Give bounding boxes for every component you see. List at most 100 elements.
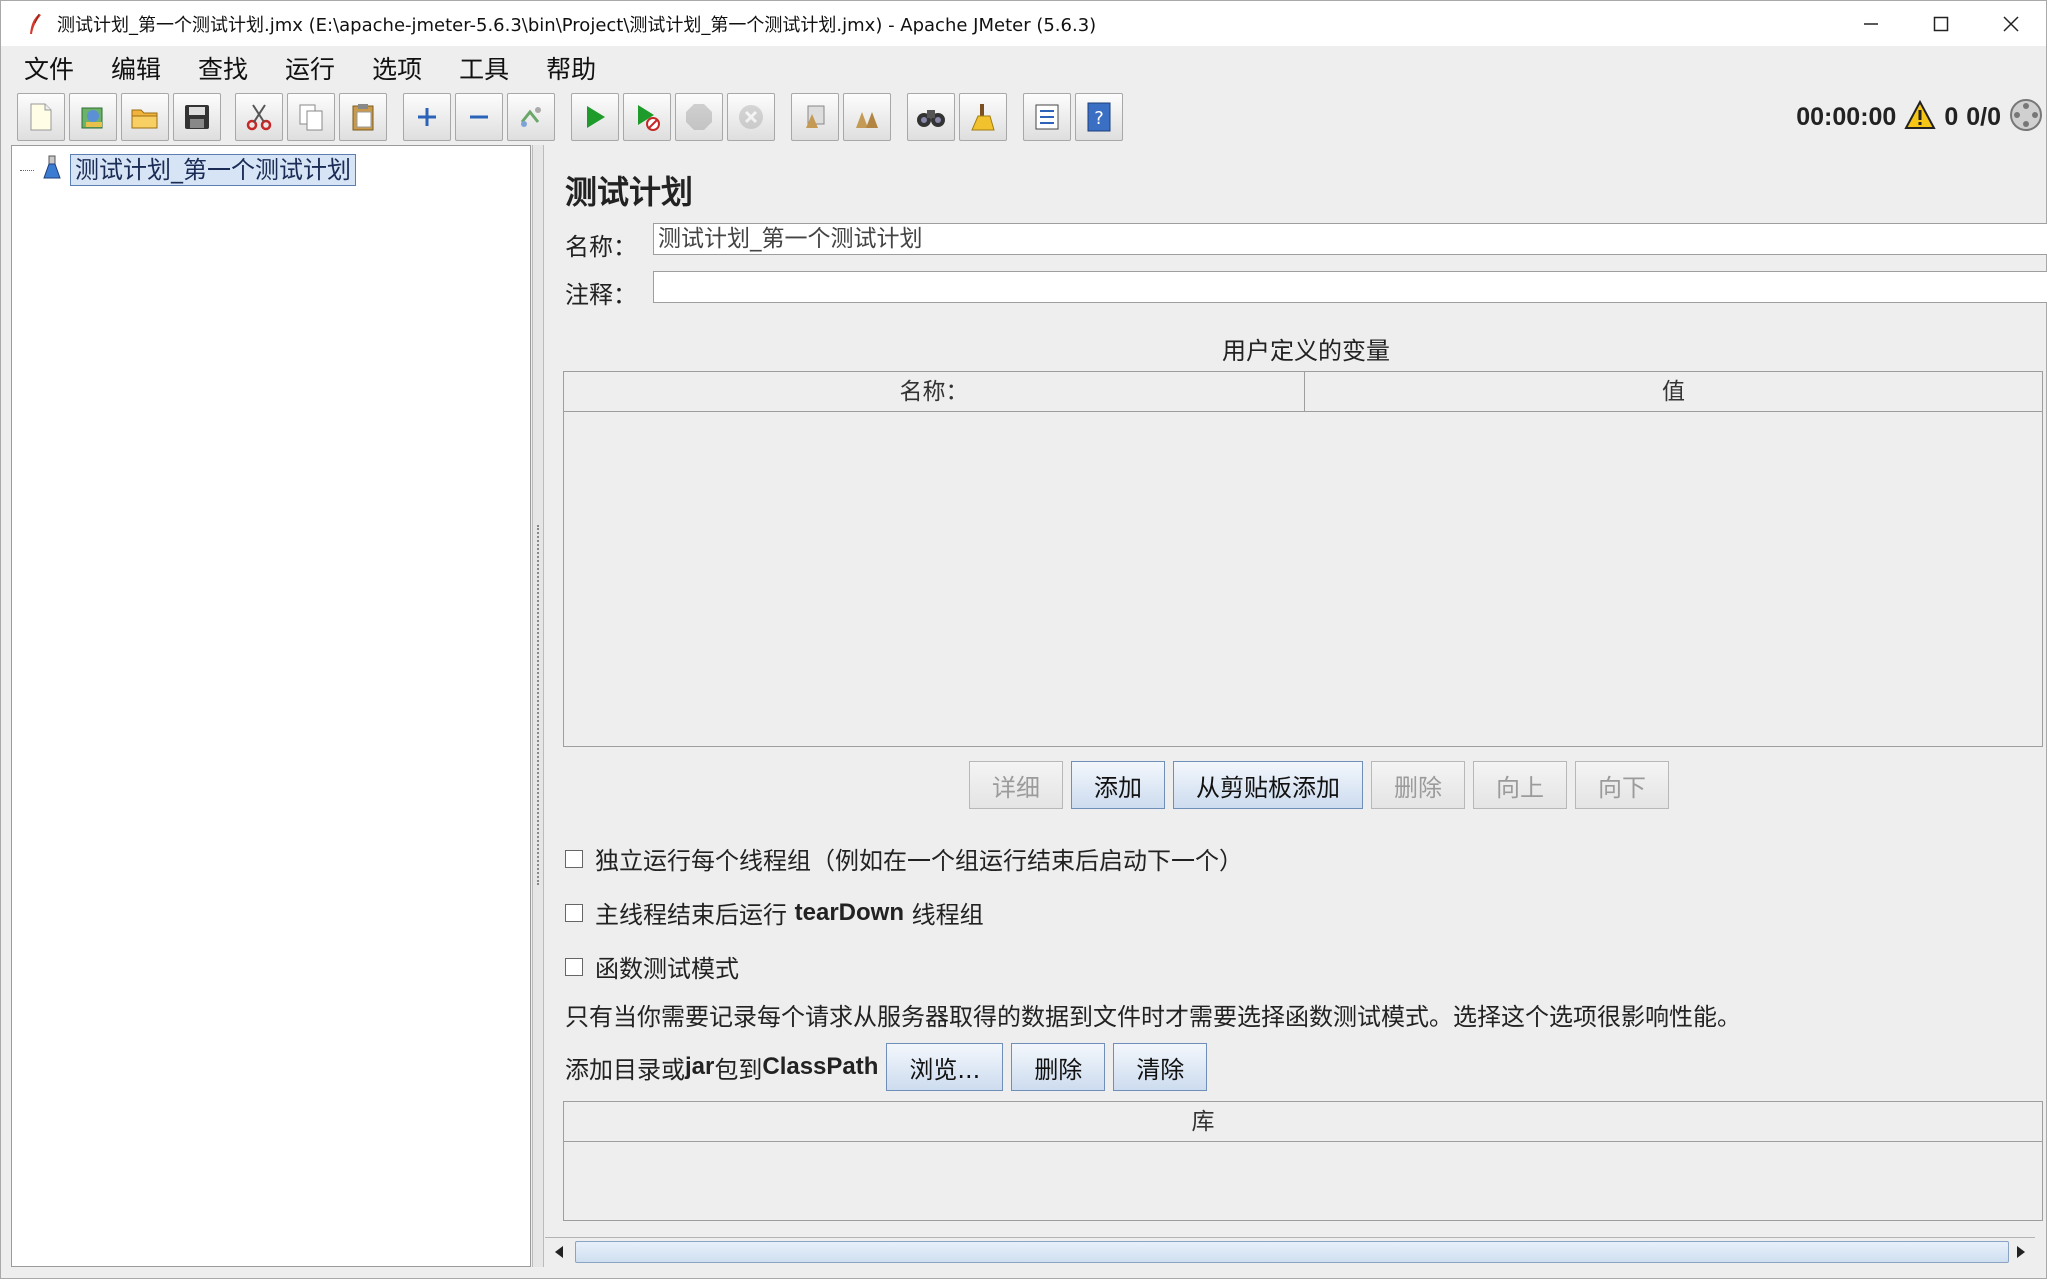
variables-button-row: 详细 添加 从剪贴板添加 删除 向上 向下 [571, 761, 2047, 809]
splitter-grip [537, 525, 539, 885]
stop-button[interactable] [675, 93, 723, 141]
jmeter-feather-icon [27, 13, 43, 35]
reset-search-button[interactable] [959, 93, 1007, 141]
teardown-checkbox[interactable] [565, 903, 583, 922]
menu-options[interactable]: 选项 [372, 50, 422, 86]
user-variables-title: 用户定义的变量 [1222, 337, 1390, 365]
maximize-button[interactable] [1906, 1, 1976, 46]
open-icon [131, 109, 158, 129]
copy-button[interactable] [287, 93, 335, 141]
column-header-value[interactable]: 值 [1304, 372, 2042, 411]
delete-variable-button[interactable]: 删除 [1371, 761, 1465, 809]
teardown-label-suffix: 线程组 [904, 901, 984, 929]
cut-icon [246, 104, 272, 131]
user-variables-table[interactable]: 名称： 值 [563, 371, 2043, 747]
name-field[interactable]: 测试计划_第一个测试计划 [653, 223, 2047, 255]
horizontal-scrollbar[interactable] [545, 1237, 2035, 1265]
serialize-thread-groups-option[interactable]: 独立运行每个线程组（例如在一个组运行结束后启动下一个） [565, 841, 1243, 876]
test-plan-tree: 测试计划_第一个测试计划 [11, 145, 531, 1267]
add-button[interactable]: 添加 [1071, 761, 1165, 809]
toggle-icon [520, 107, 541, 127]
move-up-button[interactable]: 向上 [1473, 761, 1567, 809]
teardown-option[interactable]: 主线程结束后运行 tearDown 线程组 [565, 895, 984, 930]
clear-all-button[interactable] [843, 93, 891, 141]
clear-button[interactable] [791, 93, 839, 141]
tree-node-test-plan[interactable]: 测试计划_第一个测试计划 [20, 152, 356, 188]
move-down-button[interactable]: 向下 [1575, 761, 1669, 809]
panel-title: 测试计划 [565, 173, 694, 211]
paste-icon [352, 104, 374, 131]
status-area: 00:00:00 0 0/0 [1796, 95, 2043, 139]
new-icon [30, 103, 52, 131]
binoculars-icon [917, 110, 945, 127]
column-header-library[interactable]: 库 [564, 1102, 2042, 1141]
new-button[interactable] [17, 93, 65, 141]
add-from-clipboard-button[interactable]: 从剪贴板添加 [1173, 761, 1363, 809]
help-book-icon: ? [1087, 102, 1111, 132]
serialize-checkbox[interactable] [565, 849, 583, 868]
minus-icon [470, 115, 488, 119]
tree-node-label[interactable]: 测试计划_第一个测试计划 [70, 154, 356, 186]
paste-button[interactable] [339, 93, 387, 141]
start-button[interactable] [571, 93, 619, 141]
browse-button[interactable]: 浏览... [886, 1043, 1004, 1091]
elapsed-timer: 00:00:00 [1796, 102, 1897, 131]
open-button[interactable] [121, 93, 169, 141]
menu-bar: 文件 编辑 查找 运行 选项 工具 帮助 [11, 47, 2041, 89]
comment-field[interactable] [653, 271, 2047, 303]
expand-all-button[interactable] [403, 93, 451, 141]
function-helper-button[interactable] [1023, 93, 1071, 141]
classpath-label-prefix: 添加目录或 [565, 1055, 685, 1084]
menu-edit[interactable]: 编辑 [111, 50, 161, 86]
reset-search-icon [971, 104, 995, 131]
svg-text:?: ? [1094, 108, 1104, 129]
minimize-button[interactable] [1836, 1, 1906, 46]
warning-icon[interactable] [1904, 99, 1937, 134]
help-button[interactable]: ? [1075, 93, 1123, 141]
scroll-right-icon[interactable] [2009, 1240, 2033, 1264]
collapse-all-button[interactable] [455, 93, 503, 141]
functional-mode-option[interactable]: 函数测试模式 [565, 949, 739, 984]
toolbar: ? 00:00:00 0 0/0 [13, 91, 2043, 141]
active-threads: 0/0 [1966, 102, 2001, 131]
clear-classpath-button[interactable]: 清除 [1113, 1043, 1208, 1091]
detail-button[interactable]: 详细 [969, 761, 1063, 809]
broom-all-icon [856, 112, 878, 128]
scrollbar-thumb[interactable] [575, 1241, 2009, 1263]
column-header-name[interactable]: 名称： [564, 372, 1304, 411]
panel-splitter[interactable] [532, 145, 544, 1267]
running-indicator-icon [2009, 98, 2043, 136]
teardown-label-prefix: 主线程结束后运行 [595, 901, 795, 929]
start-no-pause-button[interactable] [623, 93, 671, 141]
scroll-left-icon[interactable] [547, 1240, 571, 1264]
stop-icon [686, 104, 712, 130]
flask-icon [42, 155, 62, 185]
shutdown-icon [739, 105, 763, 129]
toggle-button[interactable] [507, 93, 555, 141]
classpath-table[interactable]: 库 [563, 1101, 2043, 1221]
delete-classpath-button[interactable]: 删除 [1011, 1043, 1106, 1091]
shutdown-button[interactable] [727, 93, 775, 141]
menu-tools[interactable]: 工具 [459, 50, 509, 86]
classpath-row: 添加目录或 jar 包到 ClassPath 浏览... 删除 清除 [565, 1043, 1211, 1091]
menu-run[interactable]: 运行 [285, 50, 335, 86]
cut-button[interactable] [235, 93, 283, 141]
menu-file[interactable]: 文件 [24, 50, 74, 86]
functional-mode-label: 函数测试模式 [595, 955, 739, 983]
save-icon [185, 105, 209, 129]
serialize-label: 独立运行每个线程组（例如在一个组运行结束后启动下一个） [595, 847, 1243, 875]
save-button[interactable] [173, 93, 221, 141]
functional-mode-note: 只有当你需要记录每个请求从服务器取得的数据到文件时才需要选择函数测试模式。选择这… [565, 1003, 1741, 1031]
teardown-label-keyword: tearDown [794, 898, 904, 926]
templates-icon [81, 107, 103, 129]
window-title: 测试计划_第一个测试计划.jmx (E:\apache-jmeter-5.6.3… [57, 14, 1097, 36]
templates-button[interactable] [69, 93, 117, 141]
search-button[interactable] [907, 93, 955, 141]
menu-help[interactable]: 帮助 [546, 50, 596, 86]
jmeter-window: 测试计划_第一个测试计划.jmx (E:\apache-jmeter-5.6.3… [0, 0, 2047, 1279]
functional-mode-checkbox[interactable] [565, 957, 583, 976]
play-icon [587, 106, 605, 128]
play-no-timers-icon [638, 105, 660, 131]
close-button[interactable] [1976, 1, 2046, 46]
menu-search[interactable]: 查找 [198, 50, 248, 86]
